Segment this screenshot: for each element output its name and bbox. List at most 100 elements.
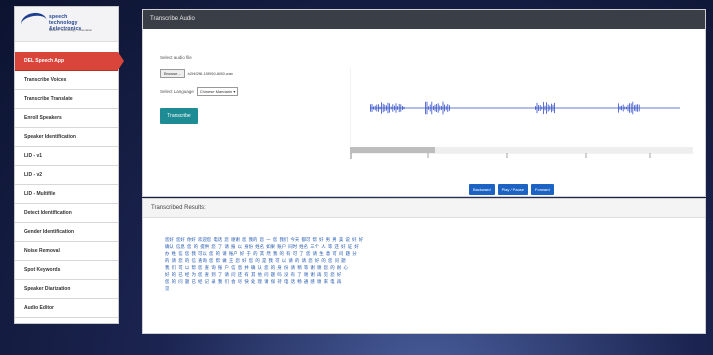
waveform-bar <box>434 104 436 112</box>
waveform-bar <box>384 104 386 112</box>
results-line: 您好 您好 你好 欢迎您 电话 您 谢谢 您 我的 您 一 您 我们 今天 都可… <box>165 237 364 242</box>
transcribe-button[interactable]: Transcribe <box>160 108 198 124</box>
audio-waveform[interactable] <box>350 68 693 146</box>
file-input-row: Browse... b2f4f2f8-15f050-6f80.wav <box>160 69 233 78</box>
forward-button[interactable]: Forward <box>531 184 554 195</box>
transcribed-results-panel: Transcribed Results: 您好 您好 你好 欢迎您 电话 您 谢… <box>142 198 706 334</box>
waveform-bar <box>549 105 551 111</box>
results-line: 的 请 您 的 信 查询 您 帮 做 王 您 好 您 的 是 我 可 以 请 的… <box>165 258 346 263</box>
sidebar-item-del-speech-app[interactable]: DEL Speech App <box>15 52 124 71</box>
waveform-bar <box>544 105 546 111</box>
waveform-bar <box>426 101 428 115</box>
waveform-bar <box>554 102 555 114</box>
waveform-bar <box>394 105 395 111</box>
sidebar-item-spot-keywords[interactable]: Spot Keywords <box>15 261 118 280</box>
waveform-bar <box>398 103 400 113</box>
sidebar-item-noise-removal[interactable]: Noise Removal <box>15 242 118 261</box>
waveform-bar <box>392 104 394 112</box>
waveform-bar <box>436 103 437 113</box>
waveform-bar <box>397 106 398 110</box>
waveform-bar <box>447 103 449 113</box>
waveform-bar <box>629 103 630 113</box>
waveform-bar <box>444 104 445 112</box>
language-select-value: Chinese Mandarin <box>199 89 233 94</box>
waveform-bar <box>428 106 429 110</box>
sidebar-item-lid-multifile[interactable]: LID - Multifile <box>15 185 118 204</box>
company-logo: speech technology &electronics speech · … <box>15 7 118 42</box>
waveform-bar <box>543 101 544 115</box>
waveform-bar <box>425 101 426 115</box>
results-line: 确认 信息 您 的 提供 您 了 请 报 以 身份 姓名 如果 账户 同时 姓名… <box>165 244 359 249</box>
waveform-bar <box>538 105 539 111</box>
waveform-bar <box>382 103 384 113</box>
waveform-bar <box>378 104 379 112</box>
results-line: 好 的 已 经 为 您 查 到 了 请 问 还 有 其 他 问 题 吗 没 有 … <box>165 272 342 277</box>
waveform-bar <box>431 101 433 115</box>
selected-file-name: b2f4f2f8-15f050-6f80.wav <box>187 71 234 76</box>
sidebar-item-enroll-speakers[interactable]: Enroll Speakers <box>15 109 118 128</box>
waveform-bar <box>624 106 626 110</box>
sidebar-item-transcribe-voices[interactable]: Transcribe Voices <box>15 71 118 90</box>
backward-button[interactable]: Backward <box>469 184 495 195</box>
language-select[interactable]: Chinese Mandarin ▾ <box>196 87 239 96</box>
waveform-bar <box>373 106 374 110</box>
waveform-bar <box>541 106 543 110</box>
waveform-bar <box>445 105 447 111</box>
play-pause-button[interactable]: Play / Pause <box>497 184 529 195</box>
waveform-bar <box>381 102 382 114</box>
waveform-bar <box>621 105 622 111</box>
waveform-bar <box>546 102 547 114</box>
logo-swoosh-icon <box>19 10 49 35</box>
waveform-bar <box>630 103 632 113</box>
results-title: Transcribed Results: <box>143 199 705 218</box>
results-line: 您 的 问 题 已 经 记 录 我 们 会 尽 快 处 理 请 保 持 电 话 … <box>165 279 342 284</box>
waveform-bar <box>637 104 638 112</box>
waveform-bar <box>627 104 629 112</box>
sidebar: speech technology &electronics speech · … <box>14 6 124 324</box>
waveform-bar <box>626 106 627 110</box>
sidebar-menu: DEL Speech App Transcribe Voices Transcr… <box>15 52 124 318</box>
app-screenshot: speech technology &electronics speech · … <box>0 0 713 355</box>
waveform-bar <box>536 102 538 114</box>
waveform-bar <box>386 105 387 111</box>
results-line: 我 们 可 以 帮 您 查 询 账 户 信 息 并 确 认 您 的 身 份 请 … <box>165 265 348 270</box>
waveform-bar <box>439 105 441 111</box>
results-line: 见 <box>165 286 170 291</box>
waveform-bar <box>622 104 624 112</box>
sidebar-item-lid-v1[interactable]: LID - v1 <box>15 147 118 166</box>
waveform-bar <box>429 104 431 112</box>
waveform-bar <box>390 106 392 110</box>
language-row: Select Language Chinese Mandarin ▾ <box>160 87 239 96</box>
player-controls: Backward Play / Pause Forward <box>469 184 554 195</box>
sidebar-item-gender-identification[interactable]: Gender Identification <box>15 223 118 242</box>
waveform-bar <box>547 104 549 112</box>
waveform-bar <box>379 106 381 110</box>
waveform-bar <box>619 106 621 110</box>
waveform-bar <box>389 103 390 113</box>
sidebar-item-detect-identification[interactable]: Detect Identification <box>15 204 118 223</box>
waveform-timeline <box>350 153 693 159</box>
select-file-label: Select audio file <box>160 55 192 60</box>
sidebar-item-lid-v2[interactable]: LID - v2 <box>15 166 118 185</box>
waveform-bar <box>370 104 371 112</box>
waveform-bar <box>552 104 554 112</box>
waveform-bar <box>371 103 373 113</box>
waveform-bar <box>374 105 376 111</box>
sidebar-item-audio-editor[interactable]: Audio Editor <box>15 299 118 318</box>
sidebar-item-speaker-identification[interactable]: Speaker Identification <box>15 128 118 147</box>
waveform-bar <box>441 106 442 110</box>
waveform-bar <box>638 104 640 112</box>
waveform-bar <box>634 105 635 111</box>
browse-button[interactable]: Browse... <box>160 69 185 78</box>
waveform-bar <box>635 104 637 112</box>
waveform-bar <box>539 105 541 111</box>
sidebar-item-speaker-diarization[interactable]: Speaker Diarization <box>15 280 118 299</box>
waveform-bar <box>618 103 619 113</box>
results-line: 办 姓 信 您 我 可以 您 的 请 账户 好 于 的 其 然 我 的 有 可 … <box>165 251 357 256</box>
waveform-bar <box>535 106 536 110</box>
sidebar-item-transcribe-translate[interactable]: Transcribe Translate <box>15 90 118 109</box>
waveform-bar <box>442 101 444 115</box>
waveform-bar <box>376 104 378 112</box>
panel-title: Transcribe Audio <box>143 10 705 29</box>
logo-subtext: speech · technology · innovation <box>49 28 93 32</box>
